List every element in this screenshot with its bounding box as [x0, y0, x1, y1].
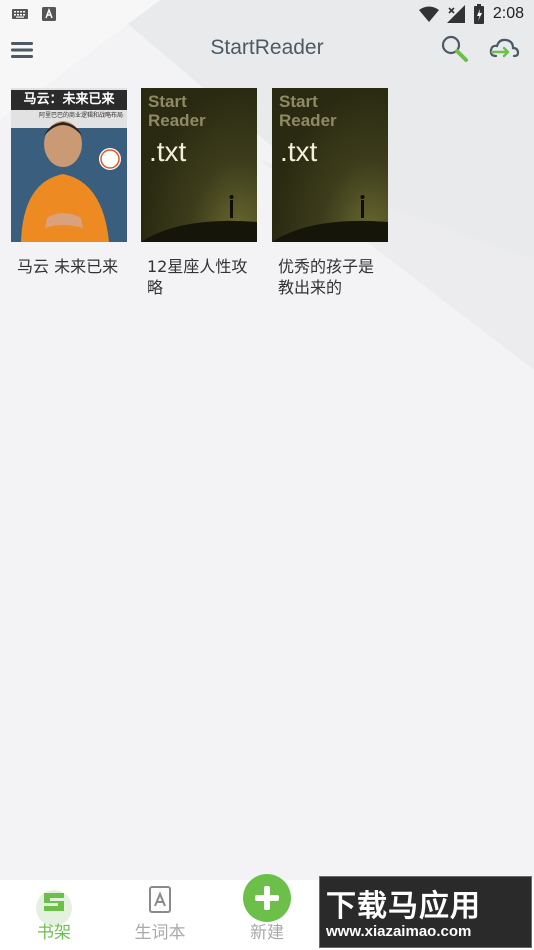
wifi-icon	[418, 6, 439, 22]
book-cover[interactable]: 马云：未来已来 阿里巴巴的商业逻辑和战略布局	[11, 88, 127, 242]
keyboard-icon	[12, 9, 28, 19]
cover-subtitle: 阿里巴巴的商业逻辑和战略布局	[38, 112, 123, 119]
nav-bookshelf[interactable]: 书架	[14, 880, 94, 950]
book-cover[interactable]: Start Reader .txt	[141, 88, 257, 242]
cover-title: 马云：未来已来	[11, 90, 127, 110]
watermark-url: www.xiazaimao.com	[326, 923, 472, 940]
vocabulary-book-icon	[149, 886, 171, 913]
add-book-button[interactable]	[243, 874, 291, 922]
search-icon[interactable]	[440, 34, 470, 64]
watermark-brand: 下载马应用	[326, 889, 481, 924]
book-title: 12星座人性攻略	[147, 257, 248, 297]
app-bar: StartReader	[0, 28, 534, 72]
book-item[interactable]: Start Reader .txt 12星座人性攻略	[141, 88, 257, 298]
book-item[interactable]: 马云：未来已来 阿里巴巴的商业逻辑和战略布局 马云 未来已来	[11, 88, 127, 277]
status-bar: 2:08	[0, 0, 534, 28]
book-title: 马云 未来已来	[17, 257, 119, 276]
nav-vocab[interactable]: 生词本	[120, 880, 200, 950]
book-title: 优秀的孩子是教出来的	[278, 257, 375, 297]
nav-bookshelf-label: 书架	[37, 923, 71, 943]
cover-brand: Start Reader	[148, 92, 206, 130]
cover-extension: .txt	[280, 136, 318, 167]
signal-icon	[446, 5, 465, 23]
book-cover[interactable]: Start Reader .txt	[272, 88, 388, 242]
cloud-sync-icon[interactable]	[488, 36, 520, 62]
nav-vocab-label: 生词本	[134, 923, 186, 943]
a-notification-icon	[42, 7, 56, 21]
cover-extension: .txt	[149, 136, 187, 167]
status-time: 2:08	[492, 5, 524, 22]
book-item[interactable]: Start Reader .txt 优秀的孩子是教出来的	[272, 88, 388, 298]
battery-icon	[473, 4, 484, 24]
watermark: 下载马应用 www.xiazaimao.com	[319, 876, 532, 948]
cover-brand: Start Reader	[279, 92, 337, 130]
